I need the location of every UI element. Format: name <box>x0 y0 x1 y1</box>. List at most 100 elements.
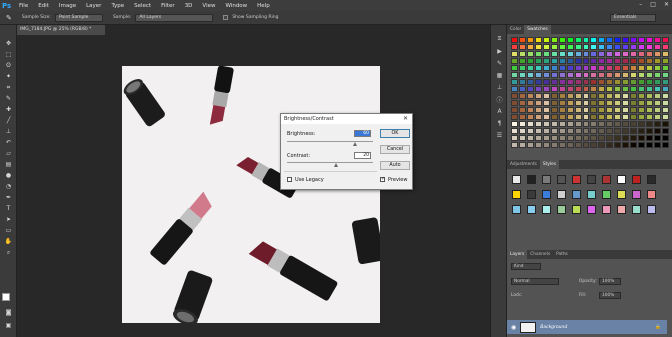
style-preset[interactable] <box>602 190 611 199</box>
swatch[interactable] <box>606 51 614 57</box>
swatch[interactable] <box>566 142 574 148</box>
swatch[interactable] <box>662 128 669 134</box>
swatch[interactable] <box>511 142 518 148</box>
swatch[interactable] <box>606 44 614 50</box>
swatch[interactable] <box>606 121 614 127</box>
document-tab[interactable]: IMG_7184.JPG @ 25% (RGB/8) * <box>17 25 105 35</box>
swatch[interactable] <box>662 58 669 64</box>
swatch[interactable] <box>630 51 638 57</box>
swatch[interactable] <box>638 107 646 113</box>
swatch[interactable] <box>638 51 646 57</box>
swatch[interactable] <box>518 114 526 120</box>
eraser-tool-icon[interactable]: ▱ <box>2 148 15 159</box>
auto-button[interactable]: Auto <box>380 161 410 170</box>
foreground-color-swatch[interactable] <box>2 293 10 301</box>
style-preset[interactable] <box>632 205 641 214</box>
swatch[interactable] <box>542 72 550 78</box>
screen-mode-icon[interactable]: ▣ <box>2 320 15 331</box>
swatch[interactable] <box>526 65 534 71</box>
style-preset[interactable] <box>647 205 656 214</box>
swatch[interactable] <box>534 51 542 57</box>
swatch[interactable] <box>598 128 606 134</box>
swatch[interactable] <box>646 86 654 92</box>
swatch[interactable] <box>566 135 574 141</box>
swatch[interactable] <box>566 121 574 127</box>
blur-tool-icon[interactable]: ● <box>2 170 15 181</box>
swatch[interactable] <box>662 79 669 85</box>
swatch[interactable] <box>590 107 598 113</box>
close-icon[interactable]: ✕ <box>664 1 669 8</box>
swatch[interactable] <box>638 135 646 141</box>
style-preset[interactable] <box>617 205 626 214</box>
swatch[interactable] <box>646 79 654 85</box>
swatch[interactable] <box>566 58 574 64</box>
swatch[interactable] <box>558 72 566 78</box>
swatch[interactable] <box>526 114 534 120</box>
swatch[interactable] <box>654 58 662 64</box>
swatch[interactable] <box>606 142 614 148</box>
swatch[interactable] <box>622 93 630 99</box>
swatch[interactable] <box>542 107 550 113</box>
swatch[interactable] <box>614 58 622 64</box>
swatch[interactable] <box>654 114 662 120</box>
quick-mask-icon[interactable]: ◙ <box>2 307 15 318</box>
swatch[interactable] <box>646 100 654 106</box>
swatch[interactable] <box>526 107 534 113</box>
swatch[interactable] <box>646 128 654 134</box>
swatch[interactable] <box>638 121 646 127</box>
swatch[interactable] <box>542 100 550 106</box>
swatch[interactable] <box>558 44 566 50</box>
swatch[interactable] <box>662 100 669 106</box>
swatch[interactable] <box>550 79 558 85</box>
style-preset[interactable] <box>647 175 656 184</box>
swatch[interactable] <box>518 93 526 99</box>
swatch[interactable] <box>534 114 542 120</box>
swatch[interactable] <box>542 79 550 85</box>
swatch[interactable] <box>614 135 622 141</box>
swatch[interactable] <box>590 79 598 85</box>
swatch[interactable] <box>638 44 646 50</box>
swatch[interactable] <box>574 93 582 99</box>
swatch[interactable] <box>582 51 590 57</box>
swatch[interactable] <box>582 107 590 113</box>
swatch[interactable] <box>534 128 542 134</box>
swatch[interactable] <box>542 128 550 134</box>
swatch[interactable] <box>518 79 526 85</box>
swatch[interactable] <box>598 142 606 148</box>
style-preset[interactable] <box>587 175 596 184</box>
swatch[interactable] <box>622 128 630 134</box>
path-selection-icon[interactable]: ➤ <box>2 214 15 225</box>
swatch[interactable] <box>534 93 542 99</box>
swatch[interactable] <box>646 93 654 99</box>
swatch[interactable] <box>614 51 622 57</box>
style-preset[interactable] <box>572 175 581 184</box>
swatch[interactable] <box>526 142 534 148</box>
swatch[interactable] <box>518 142 526 148</box>
swatch[interactable] <box>590 142 598 148</box>
swatch[interactable] <box>590 128 598 134</box>
swatch[interactable] <box>630 121 638 127</box>
swatch[interactable] <box>542 121 550 127</box>
swatch[interactable] <box>606 100 614 106</box>
swatch[interactable] <box>590 51 598 57</box>
brightness-input[interactable]: 60 <box>354 130 371 137</box>
layer-kind-filter[interactable]: Kind <box>511 263 541 270</box>
style-preset[interactable] <box>542 190 551 199</box>
swatch[interactable] <box>542 86 550 92</box>
swatch[interactable] <box>511 58 518 64</box>
brush-panel-icon[interactable]: ✎ <box>491 57 508 69</box>
swatch[interactable] <box>614 100 622 106</box>
style-preset[interactable] <box>587 190 596 199</box>
swatch[interactable] <box>606 79 614 85</box>
contrast-input[interactable]: 20 <box>354 152 371 159</box>
style-preset[interactable] <box>572 190 581 199</box>
swatch[interactable] <box>654 93 662 99</box>
menu-file[interactable]: File <box>14 3 33 9</box>
swatch[interactable] <box>511 114 518 120</box>
swatch[interactable] <box>526 93 534 99</box>
swatch[interactable] <box>558 100 566 106</box>
swatch[interactable] <box>654 44 662 50</box>
style-preset[interactable] <box>557 175 566 184</box>
swatch[interactable] <box>574 121 582 127</box>
swatch[interactable] <box>638 65 646 71</box>
